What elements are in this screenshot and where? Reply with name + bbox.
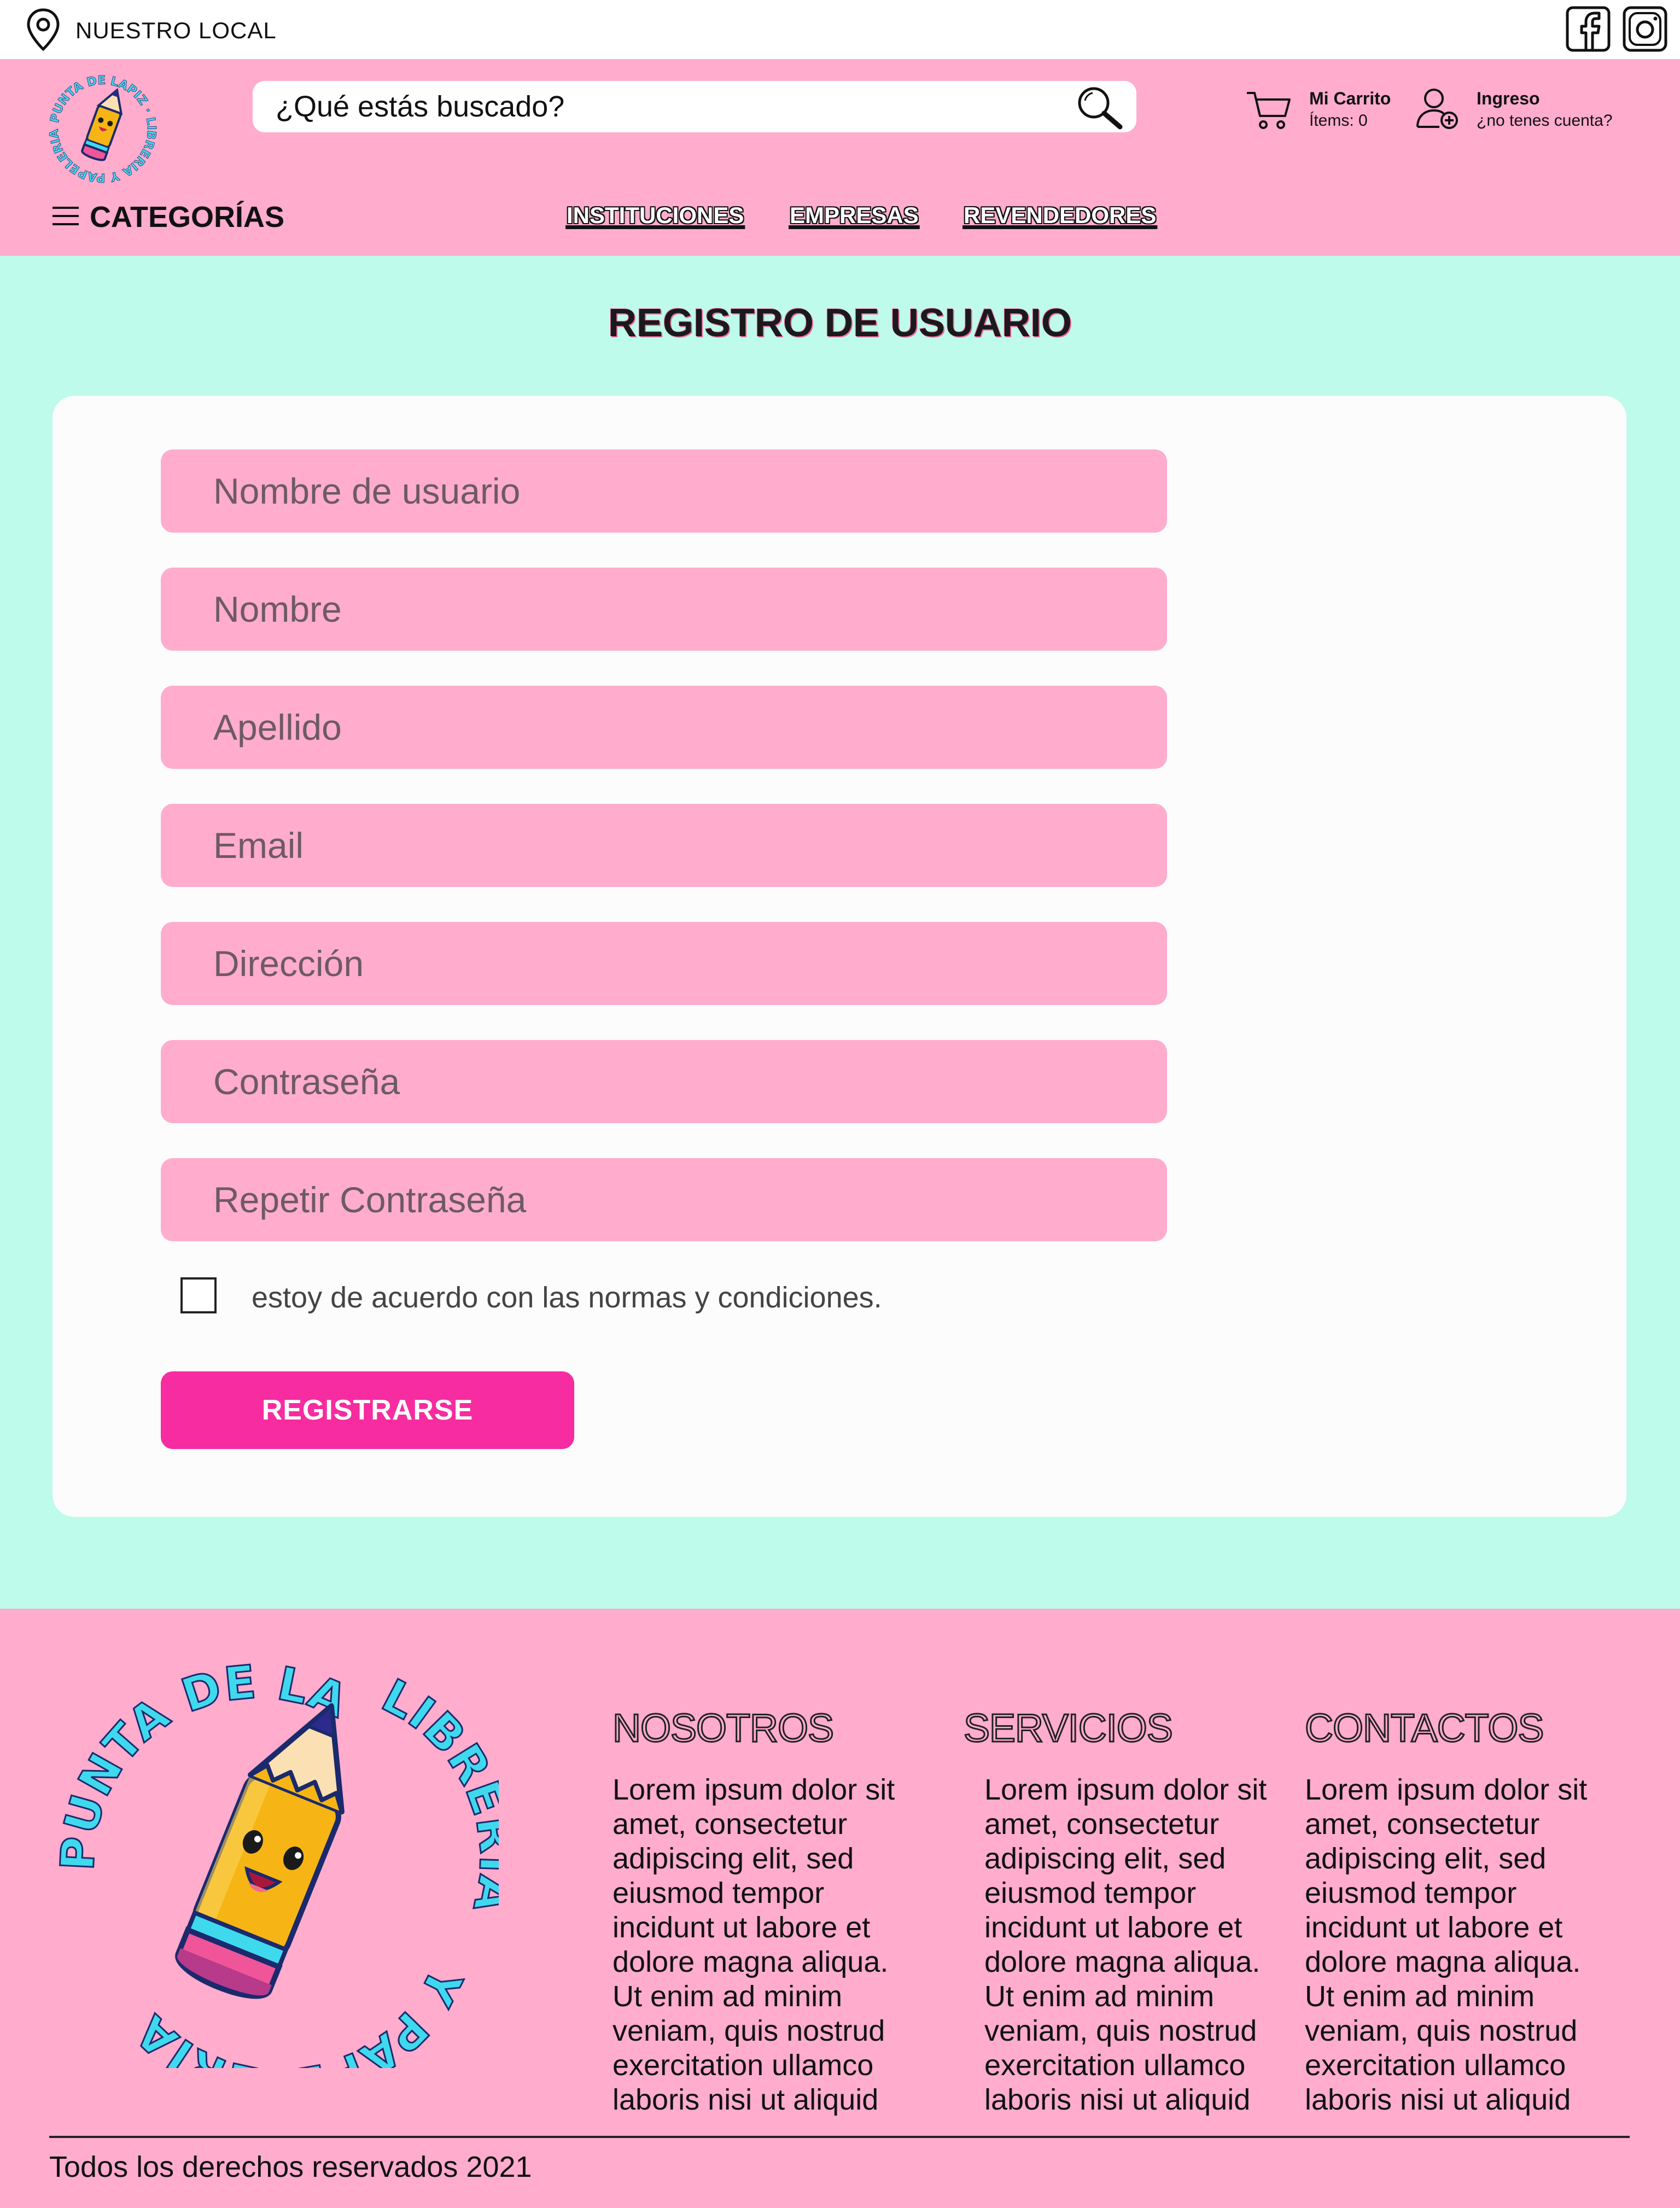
address-input[interactable] xyxy=(161,922,1167,1005)
footer-divider xyxy=(49,2136,1630,2138)
map-pin-icon[interactable] xyxy=(24,7,62,52)
footer-text-nosotros: Lorem ipsum dolor sit amet, consectetur … xyxy=(612,1773,895,2116)
hamburger-menu-icon xyxy=(52,207,79,225)
registration-form: estoy de acuerdo con las normas y condic… xyxy=(52,396,1626,1517)
search-input[interactable] xyxy=(276,81,1063,132)
footer-column-contactos: CONTACTOS Lorem ipsum dolor sit amet, co… xyxy=(1304,1706,1611,2117)
cart-item-count: Ítems: 0 xyxy=(1309,112,1368,130)
footer-text-servicios: Lorem ipsum dolor sit amet, consectetur … xyxy=(984,1773,1267,2116)
username-field-wrapper xyxy=(161,449,1167,533)
footer-brand-logo: PUNTA DE LAPIZ LIBRERIA Y PAPELERIA xyxy=(39,1642,499,2068)
terms-checkbox[interactable] xyxy=(180,1277,217,1313)
email-field-wrapper xyxy=(161,804,1167,887)
instagram-icon[interactable] xyxy=(1622,5,1668,52)
login-title: Ingreso xyxy=(1477,89,1540,108)
footer-heading-nosotros[interactable]: NOSOTROS xyxy=(612,1706,919,1751)
footer-heading-servicios[interactable]: SERVICIOS xyxy=(963,1706,1270,1751)
footer-column-servicios: SERVICIOS Lorem ipsum dolor sit amet, co… xyxy=(963,1706,1270,2117)
nav-instituciones[interactable]: INSTITUCIONES xyxy=(567,202,744,229)
user-add-icon xyxy=(1416,89,1458,129)
copyright-text: Todos los derechos reservados 2021 xyxy=(49,2151,532,2183)
top-bar: NUESTRO LOCAL xyxy=(0,0,1680,59)
cart-title: Mi Carrito xyxy=(1309,89,1391,108)
search-bar xyxy=(253,81,1136,132)
address-field-wrapper xyxy=(161,922,1167,1005)
footer-heading-contactos[interactable]: CONTACTOS xyxy=(1304,1706,1611,1751)
page-title: REGISTRO DE USUARIO xyxy=(608,301,1072,345)
repeat-password-input[interactable] xyxy=(161,1158,1167,1241)
nav-empresas[interactable]: EMPRESAS xyxy=(790,202,919,229)
facebook-icon[interactable] xyxy=(1565,5,1611,52)
footer-column-nosotros: NOSOTROS Lorem ipsum dolor sit amet, con… xyxy=(612,1706,919,2117)
categories-label: CATEGORÍAS xyxy=(90,201,285,233)
site-footer: PUNTA DE LAPIZ LIBRERIA Y PAPELERIA NOSO… xyxy=(0,1609,1680,2208)
first-name-input[interactable] xyxy=(161,568,1167,651)
register-button[interactable]: REGISTRARSE xyxy=(161,1371,574,1449)
username-input[interactable] xyxy=(161,449,1167,533)
svg-text:LIBRERIA: LIBRERIA xyxy=(374,1669,499,1918)
search-icon[interactable] xyxy=(1073,84,1125,130)
password-field-wrapper xyxy=(161,1040,1167,1123)
register-link[interactable]: ¿no tenes cuenta? xyxy=(1477,112,1613,130)
password-input[interactable] xyxy=(161,1040,1167,1123)
last-name-field-wrapper xyxy=(161,686,1167,769)
site-header: PUNTA DE LAPIZ · LIBRERIA Y PAPELERIA Mi… xyxy=(0,59,1680,256)
last-name-input[interactable] xyxy=(161,686,1167,769)
logo-text-right: LIBRERIA xyxy=(373,1668,499,1919)
first-name-field-wrapper xyxy=(161,568,1167,651)
svg-text:Y PAPELERIA: Y PAPELERIA xyxy=(125,1959,472,2068)
brand-logo[interactable]: PUNTA DE LAPIZ · LIBRERIA Y PAPELERIA xyxy=(43,69,163,189)
main-content: REGISTRO DE USUARIO estoy de acuerdo con… xyxy=(0,256,1680,1609)
terms-label[interactable]: estoy de acuerdo con las normas y condic… xyxy=(252,1281,882,1315)
footer-text-contactos: Lorem ipsum dolor sit amet, consectetur … xyxy=(1305,1773,1588,2116)
repeat-password-field-wrapper xyxy=(161,1158,1167,1241)
pencil-mascot-icon xyxy=(175,1703,345,1999)
cart-icon xyxy=(1247,92,1291,129)
login-widget[interactable]: Ingreso ¿no tenes cuenta? xyxy=(1415,83,1634,138)
our-store-link[interactable]: NUESTRO LOCAL xyxy=(75,17,277,44)
email-input[interactable] xyxy=(161,804,1167,887)
nav-revendedores[interactable]: REVENDEDORES xyxy=(964,202,1156,229)
logo-text-bottom: Y PAPELERIA xyxy=(124,1958,472,2068)
cart-widget[interactable]: Mi Carrito Ítems: 0 xyxy=(1245,83,1398,138)
